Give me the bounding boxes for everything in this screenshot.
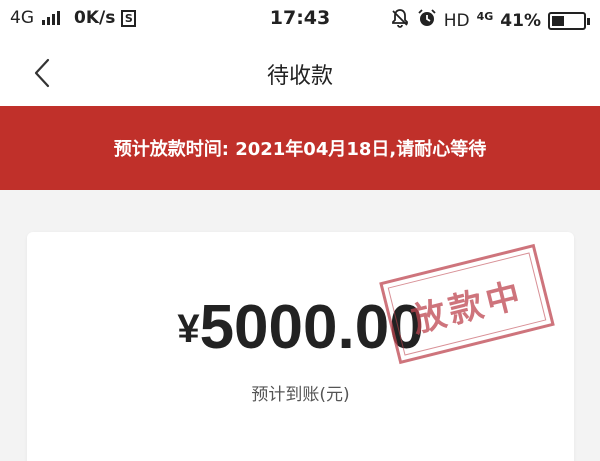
hd-label: HD <box>443 10 470 31</box>
amount-label: 预计到账(元) <box>251 385 350 405</box>
status-right: HD 4G 41% <box>390 8 590 33</box>
battery-percent: 41% <box>500 10 541 31</box>
disbursement-time-banner: 预计放款时间: 2021年04月18日,请耐心等待 <box>0 106 600 190</box>
battery-fill <box>552 15 565 26</box>
bell-muted-icon <box>390 8 410 33</box>
page-title: 待收款 <box>266 64 333 89</box>
network-4g-icon: 4G <box>477 10 494 32</box>
network-4g-label: 4G <box>476 9 494 23</box>
alarm-icon <box>417 8 437 33</box>
currency-symbol: ¥ <box>177 307 200 351</box>
nav-bar: 待收款 <box>0 40 600 106</box>
status-bar: 4G 0K/s S 17:43 HD 4G 41% <box>0 0 600 40</box>
battery-icon <box>548 11 590 30</box>
stamp-text: 放款中 <box>407 274 528 341</box>
amount-card: ¥5000.00 预计到账(元) 放款中 <box>27 232 574 461</box>
banner-text: 预计放款时间: 2021年04月18日,请耐心等待 <box>113 139 487 160</box>
